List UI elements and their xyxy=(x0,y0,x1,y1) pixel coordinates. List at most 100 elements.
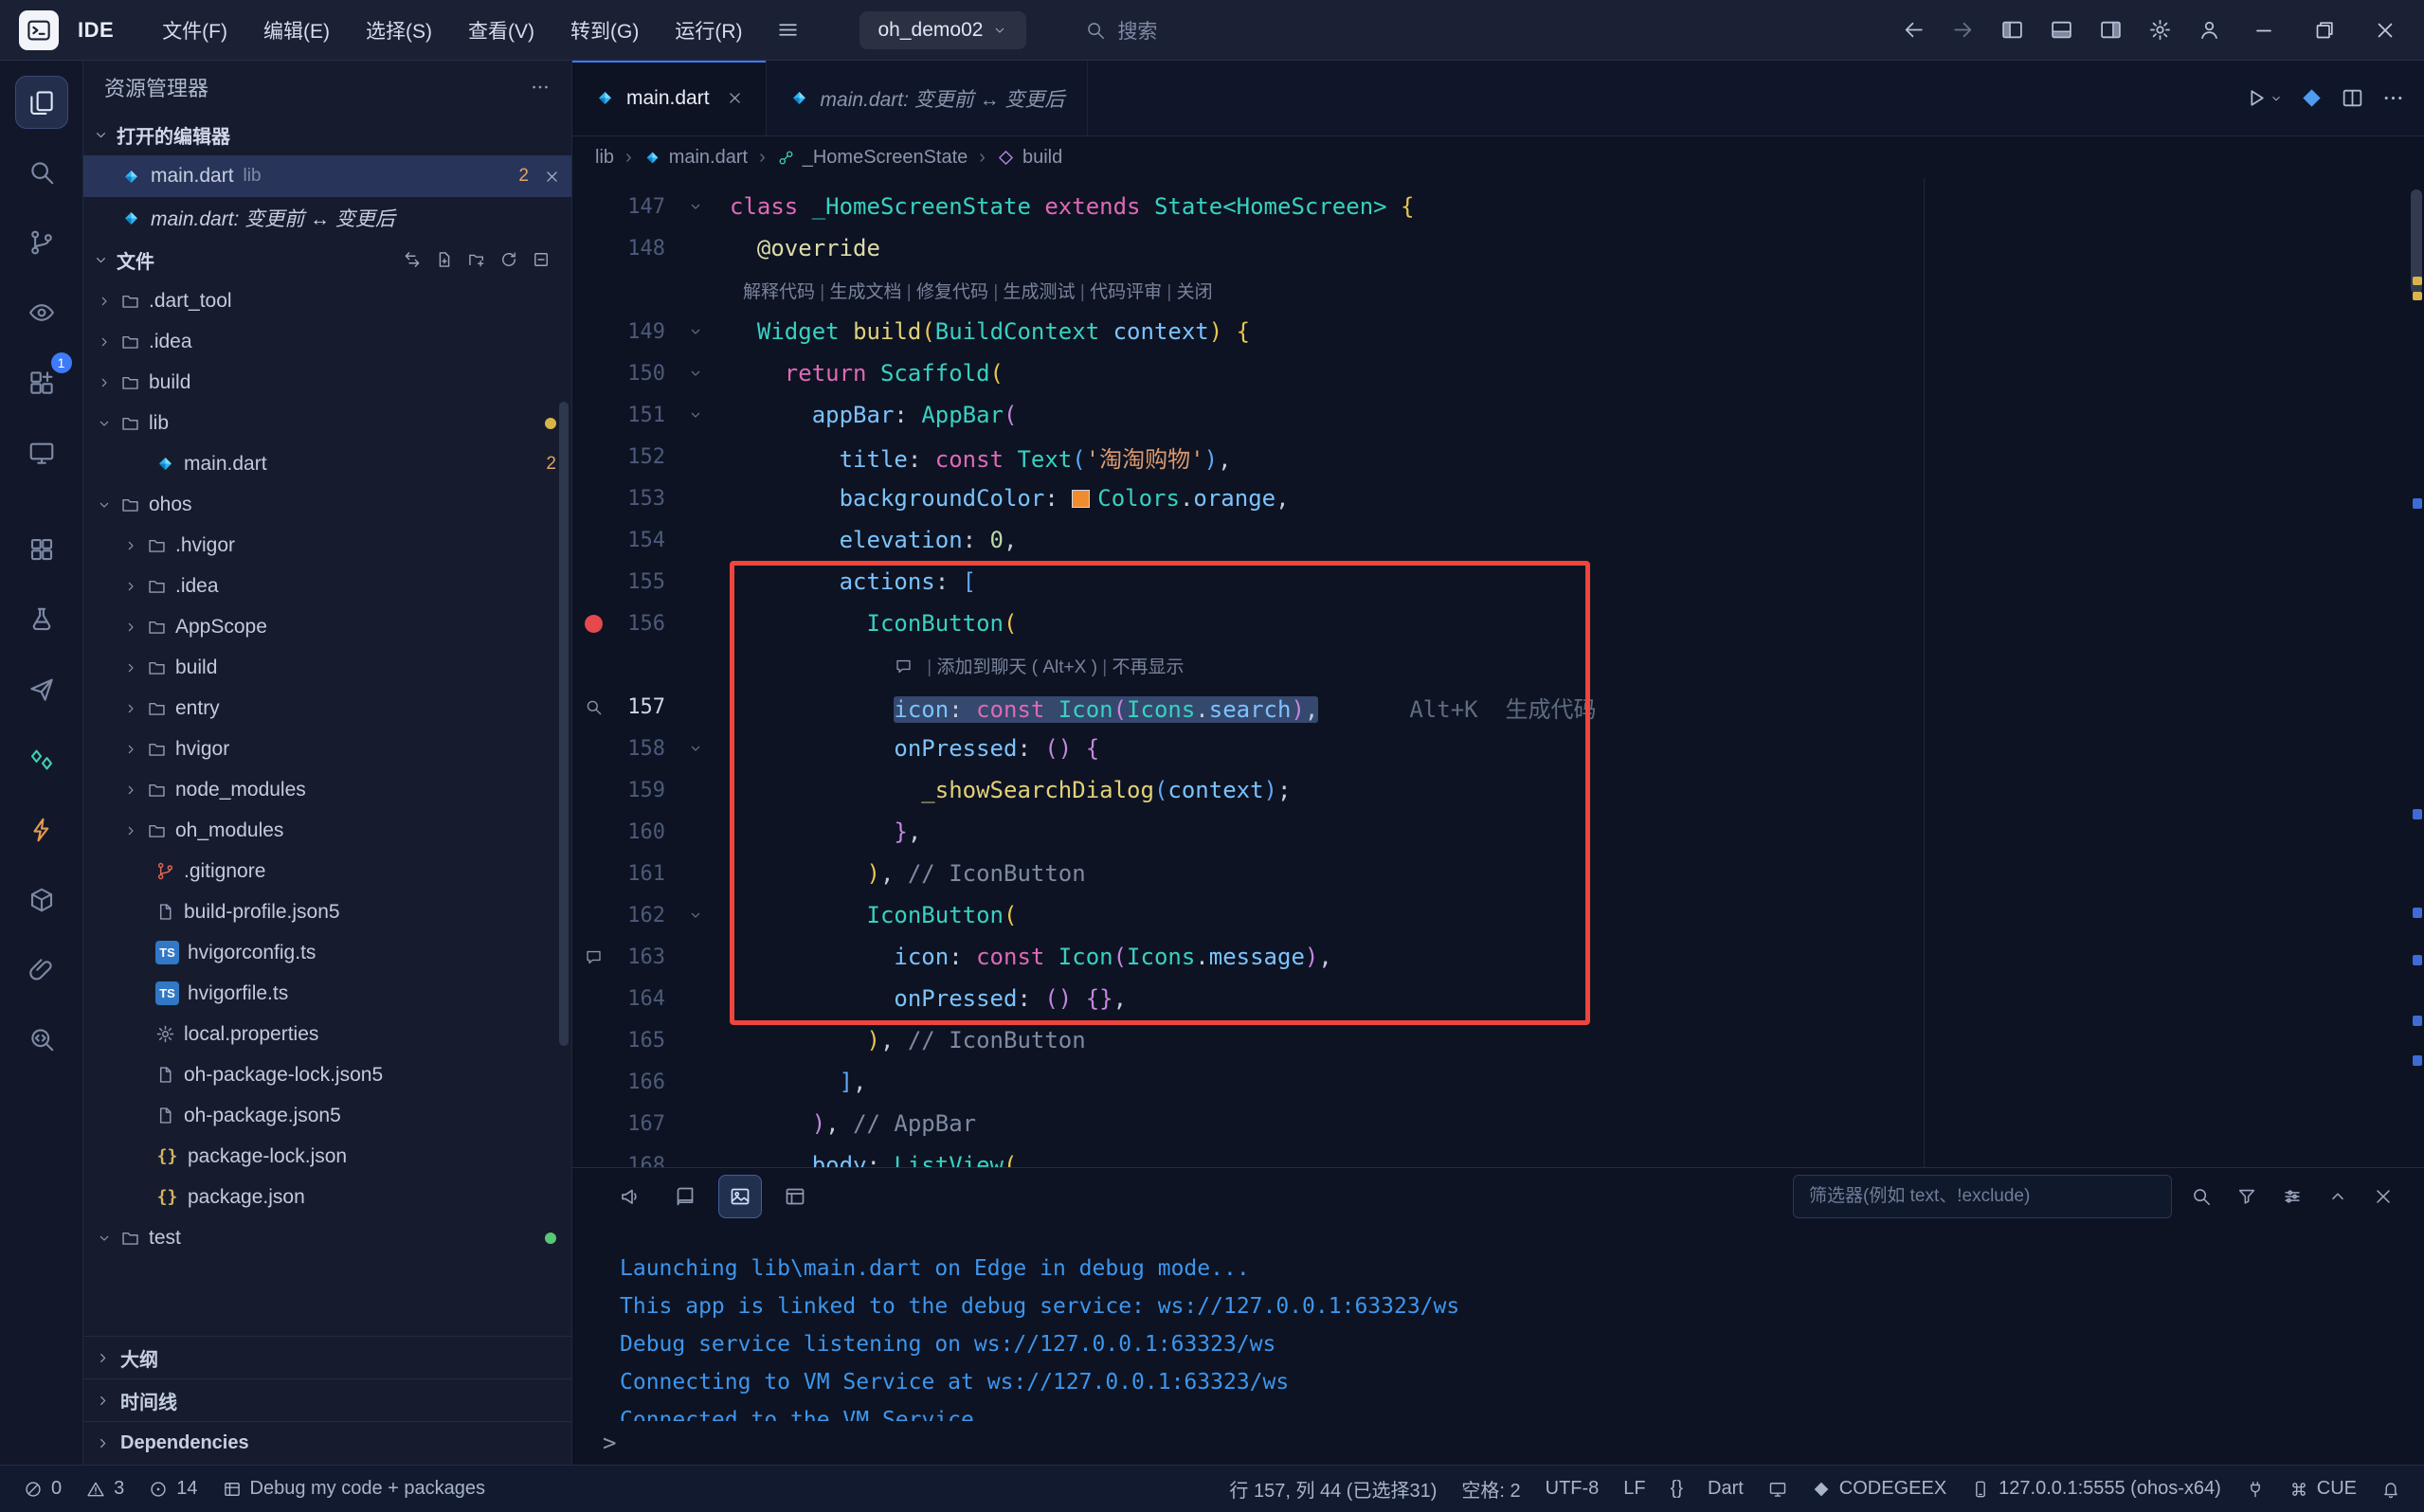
console-filter-input[interactable] xyxy=(1793,1175,2172,1218)
activity-grid-icon[interactable] xyxy=(15,523,68,576)
tree-item-dart-tool[interactable]: .dart_tool xyxy=(83,280,571,321)
toggle-sidebar-icon[interactable] xyxy=(1988,8,2035,53)
menu-查看-v[interactable]: 查看(V) xyxy=(452,8,551,53)
status-空格-2[interactable]: 空格: 2 xyxy=(1449,1466,1532,1512)
breadcrumb-build[interactable]: build xyxy=(997,147,1062,169)
close-icon[interactable] xyxy=(2363,1177,2403,1216)
open-editor-main-dart[interactable]: main.dartlib2 xyxy=(83,155,571,197)
close-button[interactable] xyxy=(2356,4,2415,57)
fold-icon[interactable] xyxy=(688,324,703,339)
sidebar-scrollbar[interactable] xyxy=(559,402,569,1046)
chevron-right-icon[interactable] xyxy=(123,538,138,553)
debug-console[interactable]: Launching lib\main.dart on Edge in debug… xyxy=(572,1225,2424,1421)
tree-item-local-properties[interactable]: local.properties xyxy=(83,1014,571,1054)
split-icon[interactable] xyxy=(2341,86,2364,110)
close-tab-icon[interactable] xyxy=(727,90,743,106)
menu-运行-r[interactable]: 运行(R) xyxy=(659,8,758,53)
activity-code-search-icon[interactable] xyxy=(15,1014,68,1067)
restore-button[interactable] xyxy=(2295,4,2354,57)
activity-files-icon[interactable] xyxy=(15,76,68,129)
section-dependencies[interactable]: Dependencies xyxy=(83,1422,571,1465)
tree-item-hvigorfile-ts[interactable]: TShvigorfile.ts xyxy=(83,973,571,1014)
tree-item-hvigor[interactable]: .hvigor xyxy=(83,525,571,566)
gear-icon[interactable] xyxy=(2136,8,2183,53)
status-codegeex[interactable]: CODEGEEX xyxy=(1800,1466,1959,1512)
status-3[interactable]: 3 xyxy=(74,1466,136,1512)
overflow-menu-icon[interactable] xyxy=(765,8,812,53)
status-lf[interactable]: LF xyxy=(1611,1466,1657,1512)
activity-send-icon[interactable] xyxy=(15,663,68,716)
files-header[interactable]: 文件 xyxy=(83,239,571,280)
minimize-button[interactable] xyxy=(2234,4,2293,57)
tree-item-appscope[interactable]: AppScope xyxy=(83,606,571,647)
code-editor[interactable]: 147class _HomeScreenState extends State<… xyxy=(572,178,2424,1167)
section-大纲[interactable]: 大纲 xyxy=(83,1337,571,1379)
forward-icon[interactable] xyxy=(1939,8,1986,53)
sliders-icon[interactable] xyxy=(2272,1177,2312,1216)
chevron-down-icon[interactable] xyxy=(97,497,112,513)
status-utf-8[interactable]: UTF-8 xyxy=(1533,1466,1612,1512)
tree-item-test[interactable]: test xyxy=(83,1217,571,1258)
menu-文件-f[interactable]: 文件(F) xyxy=(146,8,244,53)
tree-item-build[interactable]: build xyxy=(83,647,571,688)
breadcrumb-main-dart[interactable]: main.dart xyxy=(643,147,748,169)
search-icon[interactable] xyxy=(585,698,603,716)
status-bell-icon[interactable] xyxy=(2369,1466,2413,1512)
status-14[interactable]: 14 xyxy=(136,1466,209,1512)
tree-item-ohos[interactable]: ohos xyxy=(83,484,571,525)
chevron-right-icon[interactable] xyxy=(123,783,138,798)
global-search[interactable]: 搜索 xyxy=(1085,16,1157,45)
fold-icon[interactable] xyxy=(688,366,703,381)
console-prompt[interactable]: > xyxy=(572,1421,2424,1465)
book-icon[interactable] xyxy=(663,1175,707,1218)
tree-item-idea[interactable]: .idea xyxy=(83,566,571,606)
more-h-icon[interactable] xyxy=(2381,86,2405,110)
tree-item-idea[interactable]: .idea xyxy=(83,321,571,362)
account-icon[interactable] xyxy=(2185,8,2233,53)
chevron-right-icon[interactable] xyxy=(123,660,138,675)
tree-item-package-lock-json[interactable]: {}package-lock.json xyxy=(83,1136,571,1177)
status-plug-icon[interactable] xyxy=(2234,1466,2277,1512)
codelens-生成文档[interactable]: 生成文档 xyxy=(830,282,902,302)
comment-icon[interactable] xyxy=(585,948,603,966)
activity-search-icon[interactable] xyxy=(15,146,68,199)
activity-source-control-icon[interactable] xyxy=(15,216,68,269)
activity-monitor-icon[interactable] xyxy=(15,426,68,479)
status-127-0-0-1-5555-ohos-x64[interactable]: 127.0.0.1:5555 (ohos-x64) xyxy=(1959,1466,2234,1512)
activity-gems-icon[interactable] xyxy=(15,733,68,786)
tree-item-build[interactable]: build xyxy=(83,362,571,403)
search-icon[interactable] xyxy=(2181,1177,2221,1216)
tree-item-package-json[interactable]: {}package.json xyxy=(83,1177,571,1217)
chevron-right-icon[interactable] xyxy=(97,294,112,309)
activity-zap-icon[interactable] xyxy=(15,803,68,856)
breadcrumb-lib[interactable]: lib xyxy=(595,147,614,169)
section-时间线[interactable]: 时间线 xyxy=(83,1379,571,1422)
tab-main-dart[interactable]: main.dart xyxy=(572,61,767,135)
codelens-修复代码[interactable]: 修复代码 xyxy=(916,282,988,302)
tab-main-dart-变更前-变更后[interactable]: main.dart: 变更前 ↔ 变更后 xyxy=(767,61,1089,135)
filter-icon[interactable] xyxy=(2227,1177,2267,1216)
frame-icon[interactable] xyxy=(773,1175,817,1218)
activity-extensions-icon[interactable]: 1 xyxy=(15,356,68,409)
menu-选择-s[interactable]: 选择(S) xyxy=(350,8,448,53)
activity-paperclip-icon[interactable] xyxy=(15,944,68,997)
fold-icon[interactable] xyxy=(688,407,703,423)
sidebar-more-icon[interactable] xyxy=(530,77,551,98)
chevron-right-icon[interactable] xyxy=(123,701,138,716)
tree-item-main-dart[interactable]: main.dart2 xyxy=(83,443,571,484)
fold-icon[interactable] xyxy=(688,908,703,923)
codelens-解释代码[interactable]: 解释代码 xyxy=(743,282,815,302)
hint-添加到聊天-alt-x[interactable]: 添加到聊天 ( Alt+X ) xyxy=(937,657,1097,677)
compare-icon[interactable] xyxy=(403,250,422,269)
project-selector[interactable]: oh_demo02 xyxy=(859,11,1027,49)
hint-不再显示[interactable]: 不再显示 xyxy=(1112,657,1184,677)
chevron-right-icon[interactable] xyxy=(97,334,112,350)
app-logo[interactable] xyxy=(19,10,59,50)
open-editor-main-dart-变更前-变更后[interactable]: main.dart: 变更前 ↔ 变更后 xyxy=(83,197,571,239)
refresh-icon[interactable] xyxy=(499,250,518,269)
status-debug-my-code-packages[interactable]: Debug my code + packages xyxy=(210,1466,498,1512)
codelens-代码评审[interactable]: 代码评审 xyxy=(1090,282,1162,302)
chevron-up-icon[interactable] xyxy=(2318,1177,2358,1216)
chevron-right-icon[interactable] xyxy=(97,375,112,390)
activity-flask-icon[interactable] xyxy=(15,593,68,646)
